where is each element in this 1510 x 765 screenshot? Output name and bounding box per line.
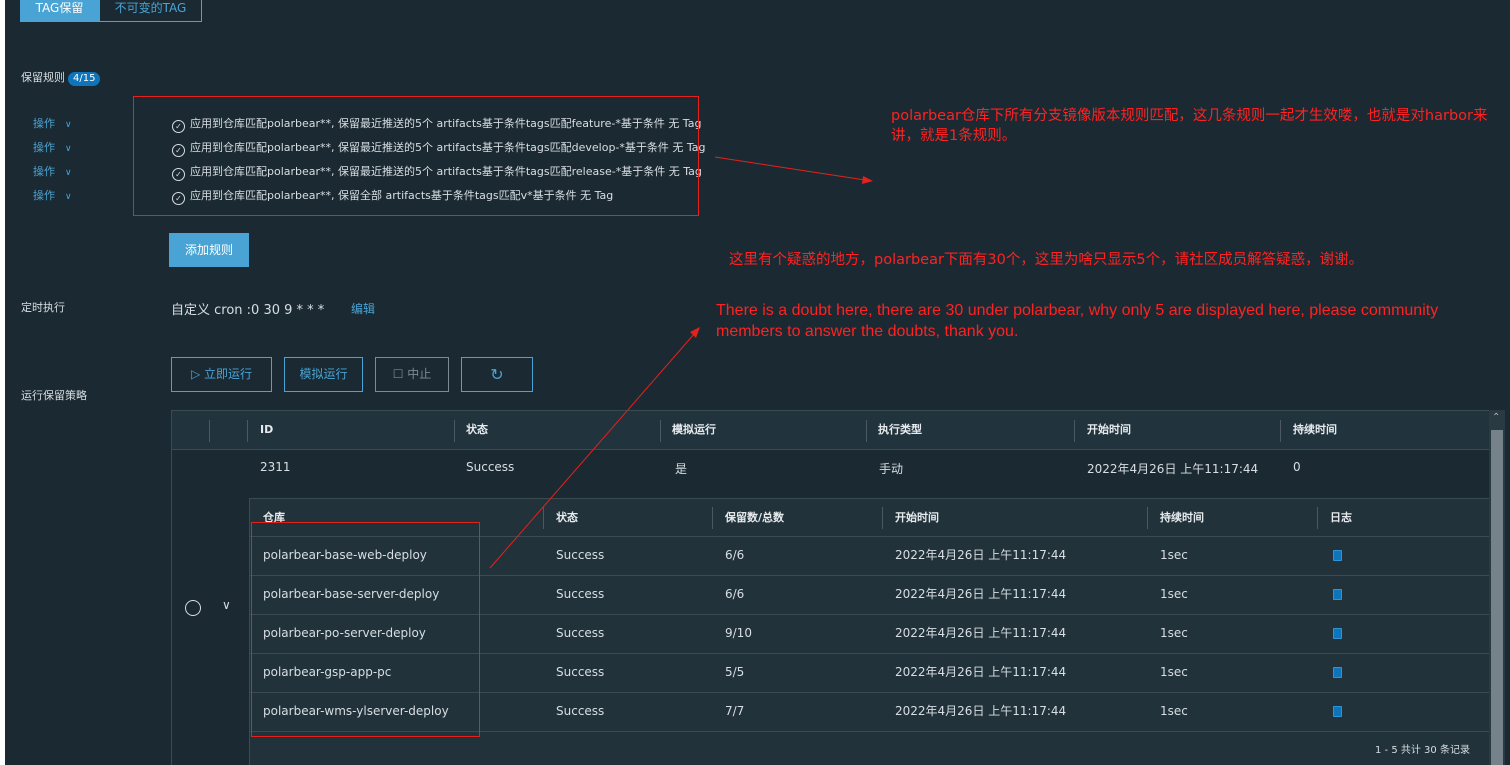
- annotation-arrowhead: [862, 176, 873, 184]
- annotation-note-question-en: There is a doubt here, there are 30 unde…: [716, 302, 1439, 340]
- annotation-arrow-line: [714, 156, 866, 181]
- annotation-note-question-cn: 这里有个疑惑的地方，polarbear下面有30个，这里为啥只显示5个，请社区成…: [729, 252, 1364, 268]
- annotation-note-rules: polarbear仓库下所有分支镜像版本规则匹配，这几条规则一起才生效喽，也就是…: [891, 108, 1488, 144]
- annotation-arrow-line: [489, 332, 696, 569]
- retention-page: TAG保留 不可变的TAG 保留规则 4/15 操作 ∨ 操作 ∨ 操作 ∨ 操作 ∨ ✓…: [5, 0, 1510, 765]
